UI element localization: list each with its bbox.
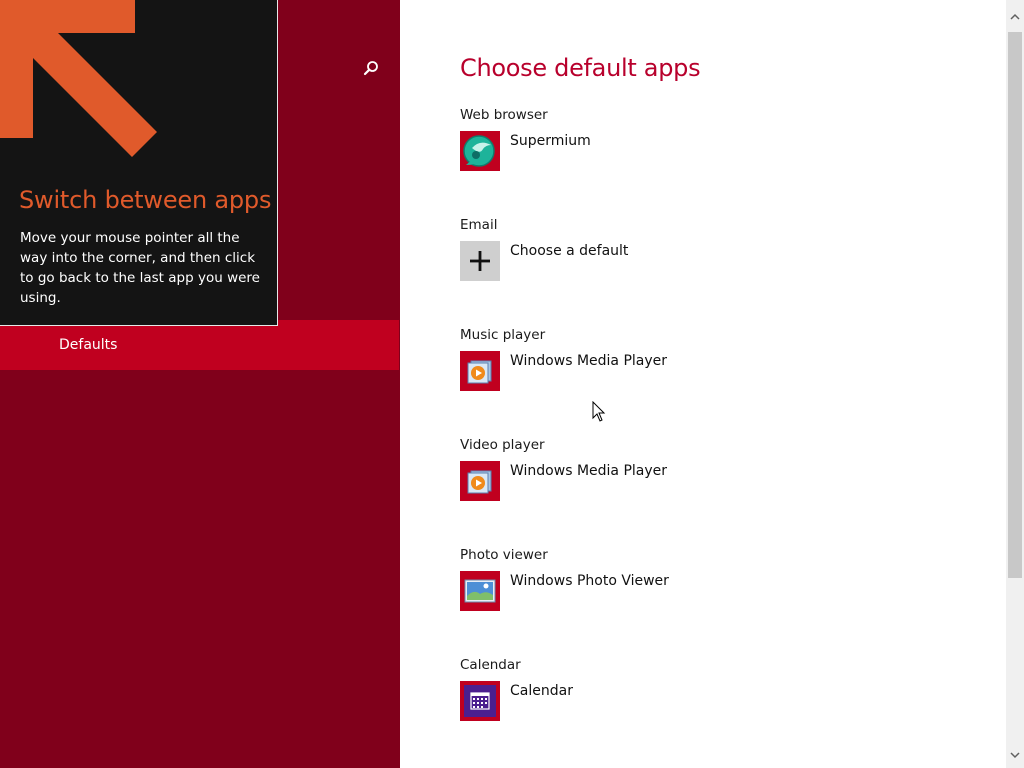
calendar-app-button[interactable]: Calendar [460,681,760,723]
supermium-icon [460,131,500,171]
category-web-browser: Web browser Supermium [460,107,940,217]
category-label: Video player [460,437,545,453]
page-title: Choose default apps [460,54,701,82]
scroll-up-button[interactable] [1006,0,1024,30]
app-name: Calendar [510,683,573,699]
scrollbar-thumb[interactable] [1008,32,1022,578]
search-button[interactable] [360,58,382,82]
app-name: Windows Photo Viewer [510,573,669,589]
vertical-scrollbar[interactable] [1006,0,1024,768]
switch-apps-tip: Switch between apps Move your mouse poin… [0,0,278,326]
tip-title: Switch between apps [19,186,272,214]
category-music-player: Music player Windows Media Player [460,327,940,437]
nav-item-defaults[interactable]: Defaults [0,320,399,370]
media-player-icon [460,351,500,391]
email-app-button[interactable]: Choose a default [460,241,760,283]
corner-arrow-icon [0,0,170,174]
app-name: Supermium [510,133,591,149]
tip-body: Move your mouse pointer all the way into… [20,230,260,306]
plus-icon [460,241,500,281]
web-browser-app-button[interactable]: Supermium [460,131,760,173]
app-name: Choose a default [510,243,629,259]
photo-viewer-app-button[interactable]: Windows Photo Viewer [460,571,760,613]
video-player-app-button[interactable]: Windows Media Player [460,461,760,503]
default-apps-pane: Choose default apps Web browser Supermiu… [400,0,1024,768]
mouse-pointer-icon [592,400,606,423]
photo-viewer-icon [460,571,500,611]
category-label: Music player [460,327,546,343]
category-label: Photo viewer [460,547,548,563]
category-label: Web browser [460,107,548,123]
calendar-icon [460,681,500,721]
chevron-down-icon [1010,744,1020,763]
category-email: Email Choose a default [460,217,940,327]
category-calendar: Calendar Calendar [460,657,940,767]
chevron-up-icon [1010,6,1020,25]
music-player-app-button[interactable]: Windows Media Player [460,351,760,393]
category-label: Calendar [460,657,521,673]
category-video-player: Video player Windows Media Player [460,437,940,547]
category-label: Email [460,217,498,233]
app-name: Windows Media Player [510,463,668,479]
scroll-down-button[interactable] [1006,738,1024,768]
category-photo-viewer: Photo viewer Windows Photo Viewer [460,547,940,657]
search-icon [362,59,380,81]
app-name: Windows Media Player [510,353,668,369]
media-player-icon [460,461,500,501]
